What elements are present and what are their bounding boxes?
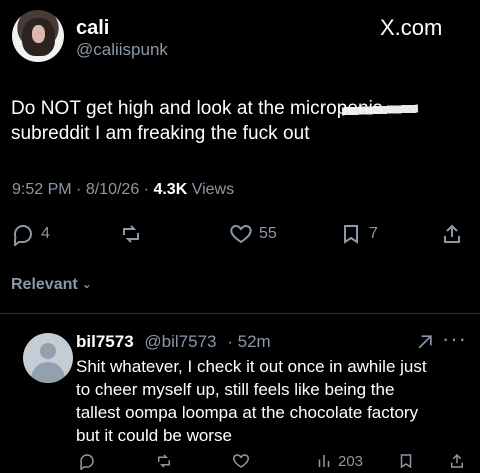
reply-name[interactable]: bil7573: [76, 332, 134, 351]
tweet-actions: 4 55 7: [0, 220, 480, 254]
reply-share-button[interactable]: [448, 452, 466, 470]
heart-icon: [230, 224, 252, 244]
reply-views-count: 203: [338, 452, 364, 470]
reply-time-value: 52m: [237, 332, 271, 351]
share-button[interactable]: [440, 220, 464, 248]
reply-handle[interactable]: @bil7573: [144, 332, 216, 351]
repost-button[interactable]: [119, 220, 143, 248]
repost-icon: [158, 454, 170, 468]
reply-text: Shit whatever, I check it out once in aw…: [76, 355, 471, 447]
reply-reply-button[interactable]: [78, 452, 96, 470]
reply-actions: 203: [0, 452, 480, 472]
reply-icon: [13, 224, 33, 246]
more-icon[interactable]: ···: [442, 326, 467, 352]
bookmark-icon: [400, 454, 412, 469]
reply-line-4: but it could be worse: [76, 426, 232, 445]
reply-line-1: Shit whatever, I check it out once in aw…: [76, 357, 427, 376]
reply-repost-button[interactable]: [155, 452, 173, 470]
repost-icon: [123, 225, 139, 243]
reply-button[interactable]: 4: [11, 220, 50, 248]
censor-scribble: [341, 99, 419, 122]
profile-avatar[interactable]: [12, 10, 64, 62]
tweet-views-count: 4.3K: [153, 181, 188, 198]
reply-icon: [80, 454, 94, 470]
site-label: X.com: [380, 15, 443, 40]
like-button[interactable]: 55: [229, 220, 277, 248]
bookmark-count: 7: [369, 225, 378, 242]
profile-name[interactable]: cali: [76, 18, 109, 38]
like-count: 55: [259, 225, 277, 242]
bookmark-icon: [344, 225, 358, 244]
reply-bookmark-button[interactable]: [397, 452, 415, 470]
reply-time[interactable]: · 52m: [227, 332, 270, 351]
section-divider: [0, 313, 480, 314]
share-icon: [444, 224, 460, 243]
tweet-meta: 9:52 PM · 8/10/26 · 4.3K Views: [12, 181, 235, 198]
grok-icon[interactable]: [415, 332, 435, 352]
chevron-down-icon: ⌄: [81, 277, 92, 291]
share-icon: [451, 453, 463, 468]
heart-icon: [233, 454, 249, 468]
sort-label: Relevant: [11, 276, 78, 293]
reply-count: 4: [41, 225, 50, 242]
reply-line-2: to cheer myself up, still feels like bei…: [76, 380, 395, 399]
reply-views-button[interactable]: 203: [315, 452, 363, 470]
tweet-time[interactable]: 9:52 PM: [12, 181, 72, 198]
reply-header: bil7573 @bil7573 · 52m: [76, 332, 271, 352]
reply-like-button[interactable]: [232, 452, 250, 470]
sort-dropdown[interactable]: Relevant ⌄: [11, 276, 92, 294]
profile-handle[interactable]: @caliispunk: [76, 40, 168, 60]
tweet-date[interactable]: 8/10/26: [86, 181, 139, 198]
tweet-views-label: Views: [191, 181, 235, 198]
bar-chart-icon: [318, 455, 330, 467]
reply-line-3: tallest oompa loompa at the chocolate fa…: [76, 403, 419, 422]
bookmark-button[interactable]: 7: [339, 220, 378, 248]
reply-avatar[interactable]: [23, 333, 73, 383]
tweet-line-2: subreddit I am freaking the fuck out: [11, 123, 310, 144]
